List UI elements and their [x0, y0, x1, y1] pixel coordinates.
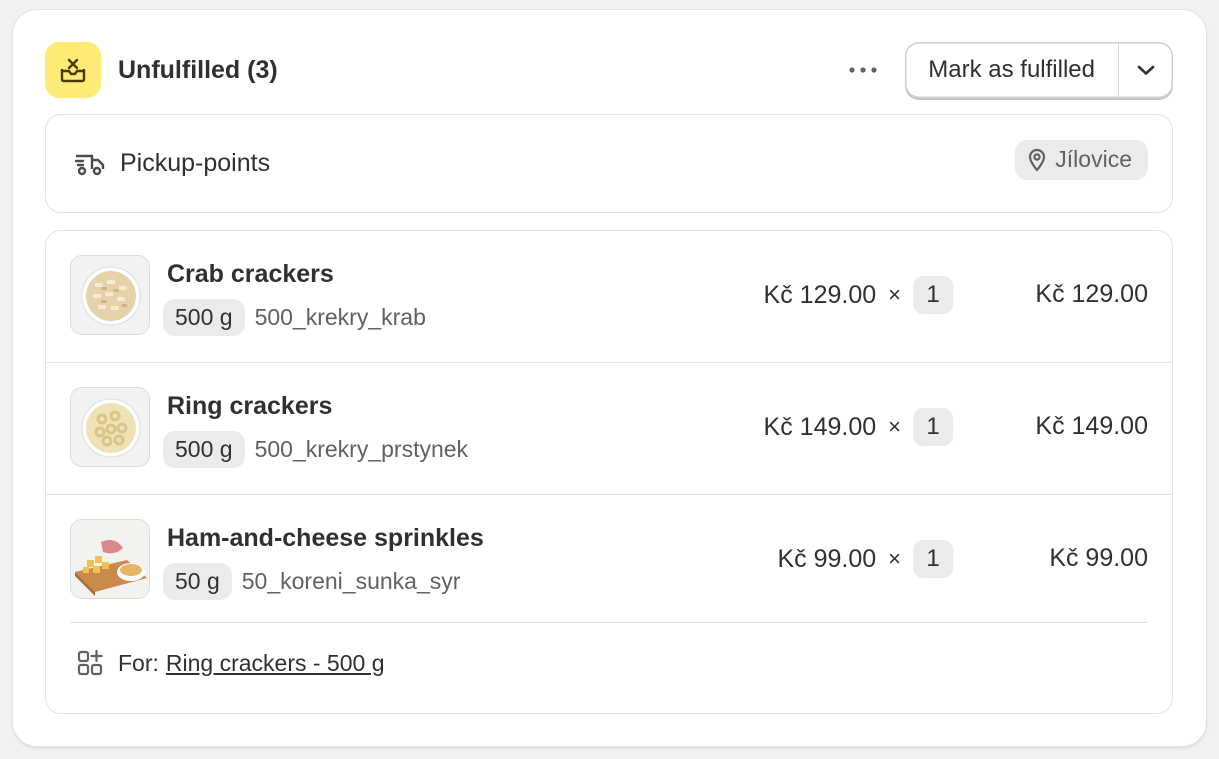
multiply-sign: × [888, 282, 901, 307]
product-meta: 50 g 50_koreni_sunka_syr [163, 563, 460, 600]
location-name: Jílovice [1055, 146, 1132, 172]
unit-price: Kč 129.00 [763, 280, 877, 309]
section-title: Unfulfilled (3) [118, 55, 278, 84]
card-header: Unfulfilled (3) Mark as fulfilled [45, 42, 1173, 98]
multiply-sign: × [888, 546, 901, 571]
line-item: Ring crackers 500 g 500_krekry_prstynek … [46, 363, 1172, 495]
delivery-method-label: Pickup-points [120, 149, 271, 177]
quantity-badge: 1 [913, 540, 953, 578]
quantity-badge: 1 [913, 408, 953, 446]
line-total: Kč 129.00 [1035, 280, 1148, 308]
product-sku: 500_krekry_krab [254, 304, 426, 330]
truck-icon [74, 154, 105, 175]
product-image[interactable] [70, 387, 150, 467]
more-horizontal-icon[interactable] [843, 50, 883, 90]
multiply-sign: × [888, 414, 901, 439]
line-item: Ham-and-cheese sprinkles 50 g 50_koreni_… [46, 495, 1172, 627]
unit-price: Kč 99.00 [777, 544, 877, 573]
delivery-method-box: Pickup-points Jílovice [45, 114, 1173, 213]
variant-badge: 500 g [163, 431, 245, 468]
bundle-prefix: For: [118, 649, 159, 676]
divider [70, 622, 1148, 623]
product-name[interactable]: Ring crackers [167, 392, 332, 421]
product-image[interactable] [70, 519, 150, 599]
product-meta: 500 g 500_krekry_prstynek [163, 431, 468, 468]
line-total: Kč 149.00 [1035, 412, 1148, 440]
line-total: Kč 99.00 [1049, 544, 1148, 572]
mark-as-fulfilled-button[interactable]: Mark as fulfilled [905, 42, 1119, 98]
price-quantity: Kč 129.00 × 1 [764, 276, 953, 314]
unit-price: Kč 149.00 [763, 412, 877, 441]
bundle-parent-link[interactable]: Ring crackers - 500 g [166, 650, 385, 677]
variant-badge: 500 g [163, 299, 245, 336]
price-quantity: Kč 149.00 × 1 [764, 408, 953, 446]
fulfillment-card: Unfulfilled (3) Mark as fulfilled Pickup… [13, 10, 1206, 746]
line-item: Crab crackers 500 g 500_krekry_krab Kč 1… [46, 231, 1172, 363]
fulfill-options-dropdown[interactable] [1119, 42, 1173, 98]
product-image[interactable] [70, 255, 150, 335]
product-sku: 500_krekry_prstynek [254, 436, 469, 462]
product-meta: 500 g 500_krekry_krab [163, 299, 426, 336]
quantity-badge: 1 [913, 276, 953, 314]
bundle-note: For: Ring crackers - 500 g [76, 649, 384, 677]
bundle-icon [77, 649, 103, 676]
line-items-box: Crab crackers 500 g 500_krekry_krab Kč 1… [45, 230, 1173, 714]
mark-fulfilled-split-button: Mark as fulfilled [905, 42, 1173, 98]
product-name[interactable]: Ham-and-cheese sprinkles [167, 524, 484, 553]
price-quantity: Kč 99.00 × 1 [777, 540, 953, 578]
unfulfilled-box-icon [45, 42, 101, 98]
variant-badge: 50 g [163, 563, 232, 600]
chevron-down-icon [1137, 65, 1155, 75]
location-badge: Jílovice [1015, 139, 1148, 180]
location-pin-icon [1029, 148, 1046, 171]
product-name[interactable]: Crab crackers [167, 260, 334, 289]
product-sku: 50_koreni_sunka_syr [241, 568, 461, 594]
